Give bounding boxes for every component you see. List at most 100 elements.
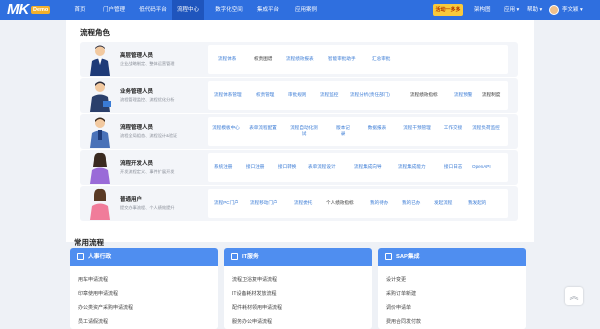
user-menu[interactable]: 李文颖 ▾ xyxy=(562,0,583,20)
role-link[interactable]: 我发起的 xyxy=(468,200,486,206)
architecture-link[interactable]: 架构图 xyxy=(474,0,491,20)
promo-banner[interactable]: 活动一多多 xyxy=(433,4,463,16)
role-links-panel: 流程PC门户 流程移动门户 流程委托 个人绩效指标 我的待办 我的已办 发起流程… xyxy=(208,189,508,218)
process-link[interactable]: 调价申请单 xyxy=(386,304,411,311)
app-logo[interactable]: MK Demo xyxy=(7,2,59,17)
role-links-panel: 流程模板中心 表单流程配置 流程自动化测试 版本记录 数据报表 流程干预管理 工… xyxy=(208,117,508,146)
role-link[interactable]: 流程干预管理 xyxy=(402,125,432,131)
role-link[interactable]: 流程移动门户 xyxy=(250,200,278,206)
role-link[interactable]: 接口日志 xyxy=(444,164,462,170)
executive-avatar-illustration xyxy=(90,45,110,76)
process-link[interactable]: 配件耗材领用申请流程 xyxy=(232,304,282,311)
process-link[interactable]: 印章使用申请流程 xyxy=(78,290,118,297)
logo-badge: Demo xyxy=(31,6,51,14)
role-link[interactable]: 个人绩效指标 xyxy=(326,200,354,206)
double-chevron-up-icon: ︽ xyxy=(569,291,579,301)
developer-avatar-illustration xyxy=(90,152,110,184)
back-to-top-button[interactable]: ︽ xyxy=(565,287,583,305)
role-link[interactable]: 表单流程配置 xyxy=(248,125,278,131)
nav-item-digital-space[interactable]: 数字化空间 xyxy=(208,0,250,20)
category-card-it-service: IT服务 流程卫浴复申请流程 IT设备耗材发放流程 配件耗材领用申请流程 服务办… xyxy=(224,248,372,329)
role-links-panel: 系统注册 接口注册 接口转换 表单流程设计 流程集成向导 流程集成能力 接口日志… xyxy=(208,153,508,182)
role-desc: 企业战略制定、整体运营管理 xyxy=(120,61,175,66)
process-link[interactable]: IT设备耗材发放流程 xyxy=(232,290,276,297)
apps-menu[interactable]: 应用 ▾ xyxy=(504,0,519,20)
role-link[interactable]: 流程委托 xyxy=(294,200,312,206)
role-link[interactable]: 流程预警 xyxy=(454,92,472,98)
role-card-process-manager: 流程管理人员 流程全局组态、流程设计&验证 流程模板中心 表单流程配置 流程自动… xyxy=(80,114,518,149)
role-link[interactable]: 流程监控 xyxy=(320,92,338,98)
role-link[interactable]: 接口注册 xyxy=(246,164,264,170)
role-link[interactable]: 流程绩效指标 xyxy=(410,92,438,98)
category-header: SAP集成 xyxy=(378,248,526,266)
category-title: 人事行政 xyxy=(88,254,112,260)
role-link[interactable]: 流程负荷监控 xyxy=(472,125,500,131)
role-desc: 开发流程定义、事件扩展开发 xyxy=(120,169,175,174)
process-manager-avatar-illustration xyxy=(90,117,110,148)
role-link[interactable]: 流程自动化测试 xyxy=(288,125,320,137)
role-link[interactable]: 我的已办 xyxy=(402,200,420,206)
role-link[interactable]: 权责图谱 xyxy=(254,56,272,62)
role-desc: 流程全局组态、流程设计&验证 xyxy=(120,133,178,138)
role-link[interactable]: 工作交接 xyxy=(442,125,464,131)
role-link[interactable]: 流程分析(责任部门) xyxy=(350,92,390,98)
process-link[interactable]: 办公类资产采购申请流程 xyxy=(78,304,133,311)
role-link[interactable]: 审批规则 xyxy=(288,92,306,98)
process-link[interactable]: 用车申请流程 xyxy=(78,276,108,283)
role-link[interactable]: 流程模板中心 xyxy=(212,125,240,131)
nav-item-process-center[interactable]: 流程中心 xyxy=(172,0,204,20)
role-link[interactable]: 版本记录 xyxy=(334,125,352,137)
role-link[interactable]: 发起流程 xyxy=(434,200,452,206)
role-link[interactable]: 表单流程设计 xyxy=(308,164,336,170)
role-links-panel: 流程体系 权责图谱 流程绩效报表 智能审批助手 汇总审批 xyxy=(208,45,508,74)
process-link[interactable]: 流程卫浴复申请流程 xyxy=(232,276,277,283)
role-card-developer: 流程开发人员 开发流程定义、事件扩展开发 系统注册 接口注册 接口转换 表单流程… xyxy=(80,150,518,185)
role-card-business-manager: 业务管理人员 流程管理监控、流程优化分析 流程体系管理 权责管理 审批规则 流程… xyxy=(80,78,518,113)
process-link[interactable]: 设计变更 xyxy=(386,276,406,283)
role-desc: 流程管理监控、流程优化分析 xyxy=(120,97,175,102)
role-name: 普通用户 xyxy=(120,197,143,203)
category-card-hr-admin: 人事行政 用车申请流程 印章使用申请流程 办公类资产采购申请流程 员工请假流程 xyxy=(70,248,218,329)
nav-item-lowcode[interactable]: 低代码平台 xyxy=(134,0,172,20)
category-title: SAP集成 xyxy=(396,254,420,260)
role-link[interactable]: 流程绩效报表 xyxy=(286,56,314,62)
process-link[interactable]: 采购订单新建 xyxy=(386,290,416,297)
category-icon xyxy=(231,253,238,260)
regular-user-avatar-illustration xyxy=(90,188,110,220)
role-link[interactable]: 数据报表 xyxy=(366,125,388,131)
process-link[interactable]: 员工请假流程 xyxy=(78,318,108,325)
category-header: 人事行政 xyxy=(70,248,218,266)
nav-item-home[interactable]: 首页 xyxy=(68,0,92,20)
nav-item-cases[interactable]: 应用案例 xyxy=(286,0,326,20)
role-link[interactable]: 流程集成向导 xyxy=(354,164,382,170)
role-link[interactable]: 流程体系 xyxy=(218,56,236,62)
category-title: IT服务 xyxy=(242,254,259,260)
role-link[interactable]: 流程体系管理 xyxy=(214,92,242,98)
roles-section-title: 流程角色 xyxy=(80,28,110,37)
role-card-regular-user: 普通用户 提交办事流程、个人绩效提升 流程PC门户 流程移动门户 流程委托 个人… xyxy=(80,186,518,221)
role-link[interactable]: 系统注册 xyxy=(214,164,232,170)
nav-item-integration[interactable]: 集成平台 xyxy=(250,0,286,20)
role-link[interactable]: 汇总审批 xyxy=(372,56,390,62)
help-menu[interactable]: 帮助 ▾ xyxy=(527,0,542,20)
role-name: 业务管理人员 xyxy=(120,89,154,95)
role-name: 高层管理人员 xyxy=(120,53,154,59)
category-icon xyxy=(77,253,84,260)
role-link[interactable]: 我的待办 xyxy=(370,200,388,206)
avatar[interactable] xyxy=(549,5,559,15)
role-link[interactable]: 接口转换 xyxy=(278,164,296,170)
process-link[interactable]: 费用合同发付款 xyxy=(386,318,421,325)
role-desc: 提交办事流程、个人绩效提升 xyxy=(120,205,175,210)
role-link[interactable]: 流程集成能力 xyxy=(398,164,426,170)
role-link[interactable]: 权责管理 xyxy=(256,92,274,98)
role-link[interactable]: 流程制度 xyxy=(482,92,500,98)
role-link[interactable]: OpenAPI xyxy=(472,164,491,170)
role-links-panel: 流程体系管理 权责管理 审批规则 流程监控 流程分析(责任部门) 流程绩效指标 … xyxy=(208,81,508,110)
role-link[interactable]: 智能审批助手 xyxy=(328,56,356,62)
role-link[interactable]: 流程PC门户 xyxy=(214,200,239,206)
process-link[interactable]: 服务办公申请流程 xyxy=(232,318,272,325)
nav-item-portal[interactable]: 门户管理 xyxy=(94,0,134,20)
category-icon xyxy=(385,253,392,260)
category-header: IT服务 xyxy=(224,248,372,266)
category-card-sap-integration: SAP集成 设计变更 采购订单新建 调价申请单 费用合同发付款 xyxy=(378,248,526,329)
